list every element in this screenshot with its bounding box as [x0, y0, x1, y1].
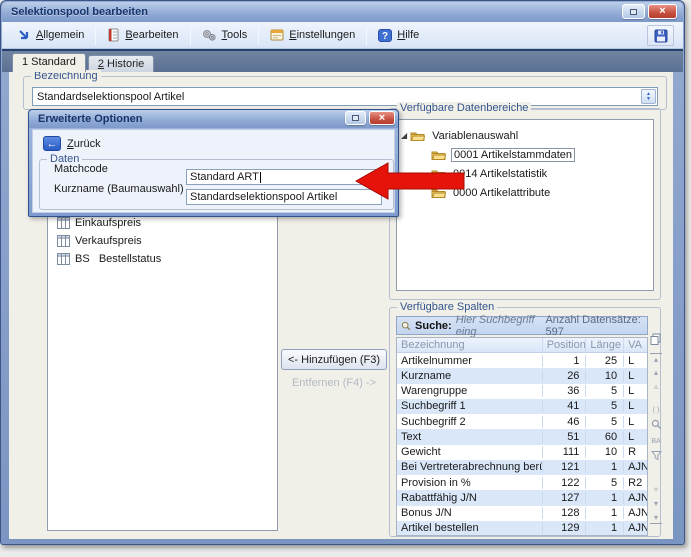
erweiterte-optionen-dialog: Erweiterte Optionen × ← Zurück Daten Mat…	[28, 109, 399, 217]
app-window: Selektionspool bearbeiten × Allgemein Bea…	[0, 0, 685, 545]
toolbar-item-bearbeiten[interactable]: Bearbeiten	[101, 25, 184, 45]
columns-table: BezeichnungPositionLängeVA Artikelnummer…	[396, 337, 648, 536]
move-up-icon[interactable]: ▴	[650, 367, 662, 379]
restore-icon[interactable]	[622, 4, 645, 19]
window-title: Selektionspool bearbeiten	[11, 6, 148, 18]
column-header[interactable]: Länge	[585, 338, 623, 352]
screen: Selektionspool bearbeiten × Allgemein Bea…	[0, 0, 691, 557]
add-button[interactable]: <- Hinzufügen (F3)	[281, 349, 387, 370]
grid-nav-strip: ▴ ▴ ▵ ( ) BA ▿ ▾ ▾	[650, 332, 662, 534]
toolbar: Allgemein Bearbeiten Tools Einstellungen ?Hi…	[2, 22, 683, 49]
table-row[interactable]: Provision in %1225R2	[397, 475, 647, 490]
tab-strip: 1 Standard 2 Historie	[2, 51, 683, 72]
toolbar-item-allgemein[interactable]: Allgemein	[12, 26, 90, 45]
table-row[interactable]: Gewicht11110R	[397, 445, 647, 460]
copy-icon[interactable]	[650, 333, 662, 345]
table-row[interactable]: Kurzname2610L	[397, 368, 647, 383]
kurzname-label: Kurzname (Baumauswahl)	[54, 183, 184, 195]
move-down-icon[interactable]: ▾	[650, 498, 662, 510]
page-up-icon[interactable]: ▵	[650, 381, 662, 393]
search-bar[interactable]: Suche: Hier Suchbegriff eing Anzahl Date…	[396, 316, 648, 335]
table-row[interactable]: Rabattfähig J/N1271AJN	[397, 490, 647, 505]
ba-icon[interactable]: BA	[650, 435, 662, 447]
table-row[interactable]: Warengruppe365L	[397, 384, 647, 399]
magnifier-icon[interactable]	[650, 418, 662, 430]
tree-expander-icon[interactable]: ◢	[401, 131, 407, 140]
tab-standard[interactable]: 1 Standard	[12, 53, 86, 72]
save-button[interactable]	[647, 25, 674, 46]
spalten-group: Verfügbare Spalten Suche: Hier Suchbegri…	[389, 307, 661, 537]
toolbar-item-einstellungen[interactable]: Einstellungen	[264, 26, 361, 44]
table-body: Artikelnummer125LKurzname2610LWarengrupp…	[397, 353, 647, 536]
datenbereiche-label: Verfügbare Datenbereiche	[397, 102, 531, 114]
table-row[interactable]: Artikel bestellen1291AJN	[397, 521, 647, 536]
text-caret	[260, 172, 261, 183]
bezeichnung-combobox[interactable]: Standardselektionspool Artikel ▲▼	[32, 87, 658, 106]
grid-icon	[57, 253, 70, 265]
grid-icon	[57, 217, 70, 229]
toolbar-item-hilfe[interactable]: ?Hilfe	[372, 26, 425, 45]
selected-column-item[interactable]: BS Bestellstatus	[57, 251, 161, 267]
selected-column-item[interactable]: Verkaufspreis	[57, 233, 142, 249]
window-titlebar: Selektionspool bearbeiten ×	[2, 2, 683, 22]
brackets-icon[interactable]: ( )	[650, 404, 662, 416]
grid-icon	[57, 235, 70, 247]
page-down-icon[interactable]: ▿	[650, 484, 662, 496]
column-header[interactable]: Position	[542, 338, 586, 352]
arrow-up-right-icon	[18, 29, 31, 42]
dialog-restore-icon[interactable]	[345, 111, 366, 125]
table-row[interactable]: Suchbegriff 2465L	[397, 414, 647, 429]
dialog-title: Erweiterte Optionen	[38, 113, 143, 125]
table-row[interactable]: Artikelnummer125L	[397, 353, 647, 368]
back-button[interactable]: ← Zurück	[43, 136, 101, 151]
close-icon[interactable]: ×	[648, 4, 677, 19]
dialog-titlebar: Erweiterte Optionen ×	[29, 110, 398, 128]
combobox-spinner-icon[interactable]: ▲▼	[641, 89, 656, 104]
search-placeholder: Hier Suchbegriff eing	[456, 314, 542, 338]
scroll-bottom-icon[interactable]: ▾	[650, 512, 662, 524]
toolbar-separator	[258, 26, 259, 45]
help-icon: ?	[378, 29, 392, 42]
dialog-close-icon[interactable]: ×	[369, 111, 395, 125]
table-row[interactable]: Suchbegriff 1415L	[397, 399, 647, 414]
daten-group: Daten Matchcode Standard ART Kurzname (B…	[39, 159, 394, 210]
record-count: Anzahl Datensätze: 597	[545, 314, 643, 338]
table-row[interactable]: Bonus J/N1281AJN	[397, 506, 647, 521]
dialog-body: ← Zurück Daten Matchcode Standard ART Ku…	[32, 129, 395, 213]
toolbar-separator	[190, 26, 191, 45]
search-icon	[401, 320, 411, 332]
matchcode-label: Matchcode	[54, 163, 108, 175]
spalten-label: Verfügbare Spalten	[397, 301, 497, 313]
tree-item[interactable]: ◢Variablenauswahl	[401, 127, 520, 144]
scroll-top-icon[interactable]: ▴	[650, 353, 662, 365]
filter-icon[interactable]	[650, 449, 662, 461]
gears-icon	[202, 29, 217, 42]
toolbar-separator	[366, 26, 367, 45]
floppy-disk-icon	[654, 29, 668, 43]
bezeichnung-group: Bezeichnung Standardselektionspool Artik…	[23, 76, 667, 110]
table-header: BezeichnungPositionLängeVA	[397, 338, 647, 353]
toolbar-separator	[95, 26, 96, 45]
selected-column-item[interactable]: Einkaufspreis	[57, 215, 141, 231]
toolbar-item-tools[interactable]: Tools	[196, 26, 254, 45]
remove-button-disabled: Entfernen (F4) ->	[281, 377, 387, 389]
settings-window-icon	[270, 29, 284, 41]
table-row[interactable]: Text5160L	[397, 429, 647, 444]
column-header[interactable]: VA	[623, 338, 647, 352]
folder-icon	[410, 130, 425, 142]
annotation-arrow	[350, 157, 470, 207]
search-label: Suche:	[415, 320, 452, 332]
notebook-icon	[107, 28, 120, 42]
back-arrow-icon: ←	[43, 136, 61, 151]
table-row[interactable]: Bei Vertreterabrechnung berücksichtige12…	[397, 460, 647, 475]
column-header[interactable]: Bezeichnung	[397, 338, 542, 352]
svg-text:?: ?	[382, 31, 388, 42]
